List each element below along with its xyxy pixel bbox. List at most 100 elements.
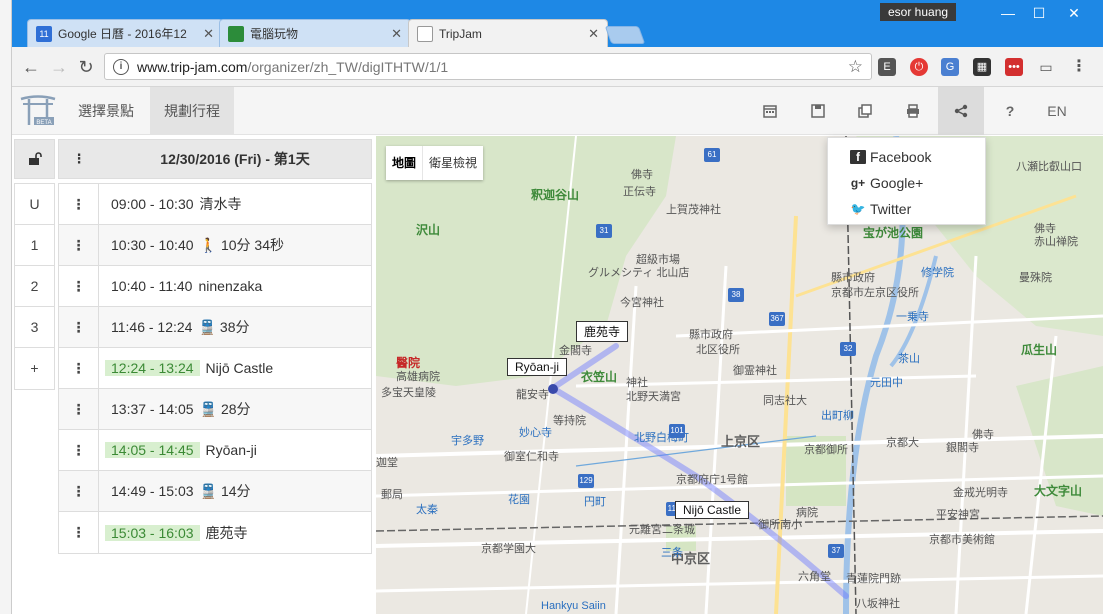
route-shield: 101 [669, 424, 685, 438]
map-label: 京都学園大 [481, 543, 536, 555]
map-label: 御室仁和寺 [504, 451, 559, 463]
share-icon[interactable] [938, 87, 984, 135]
side-item-day-1[interactable]: 1 [15, 225, 54, 266]
save-icon[interactable] [795, 87, 841, 135]
map-type-control: 地圖 衛星檢視 [386, 146, 484, 180]
share-facebook[interactable]: f Facebook [828, 144, 985, 170]
translate-extension-icon[interactable]: G [941, 58, 959, 76]
map-label: 多宝天皇陵 [381, 387, 436, 399]
app-header: BETA 選擇景點 規劃行程 ? EN [12, 87, 1103, 135]
profile-button[interactable]: esor huang [880, 3, 957, 21]
more-extension-icon[interactable]: ••• [1005, 58, 1023, 76]
bookmark-star-icon[interactable]: ☆ [848, 57, 863, 77]
map-type-satellite-button[interactable]: 衛星檢視 [423, 146, 483, 180]
row-time: 13:37 - 14:05 [111, 401, 194, 417]
map-label: 京都大 [886, 437, 919, 449]
train-icon: 🚆 [199, 400, 217, 417]
day-side-column: U 1 2 3 + [14, 183, 55, 390]
map-label: 青蓮院門跡 [846, 573, 901, 585]
row-menu-icon[interactable]: ⋮ [59, 265, 99, 307]
itinerary-row[interactable]: ⋮ 12:24 - 13:24 Nijō Castle [59, 347, 371, 389]
map-marker-ryoanji[interactable]: Ryōan-ji [507, 358, 568, 376]
twitter-icon: 🐦 [850, 202, 866, 216]
lock-button[interactable] [14, 139, 55, 179]
maximize-icon[interactable]: ☐ [1024, 4, 1054, 22]
map-type-map-button[interactable]: 地圖 [386, 146, 424, 180]
calendar-icon[interactable] [747, 87, 793, 135]
itinerary-row[interactable]: ⋮ 15:03 - 16:03 鹿苑寺 [59, 512, 371, 553]
unlock-icon [28, 152, 42, 165]
nav-plan-itinerary[interactable]: 規劃行程 [150, 87, 234, 135]
film-extension-icon[interactable]: ▦ [973, 58, 991, 76]
itinerary-row[interactable]: ⋮ 14:05 - 14:45 Ryōan-ji [59, 429, 371, 471]
map-marker-nijo-castle[interactable]: Nijō Castle [675, 501, 750, 519]
transit-row[interactable]: ⋮ 13:37 - 14:05 🚆 28分 [59, 388, 371, 430]
tab-google-calendar[interactable]: 11 Google 日曆 - 2016年12 ✕ [27, 19, 223, 47]
transit-row[interactable]: ⋮ 10:30 - 10:40 🚶 10分 34秒 [59, 224, 371, 266]
map-label: 八瀬比叡山口 [1016, 161, 1082, 173]
share-facebook-label: Facebook [870, 149, 932, 165]
power-extension-icon[interactable]: ⏻ [910, 58, 928, 76]
row-time: 10:40 - 11:40 [111, 278, 193, 294]
side-item-unscheduled[interactable]: U [15, 184, 54, 225]
close-tab-icon[interactable]: ✕ [588, 26, 599, 42]
row-menu-icon[interactable]: ⋮ [59, 470, 99, 512]
close-tab-icon[interactable]: ✕ [391, 26, 402, 42]
route-shield: 61 [704, 148, 720, 162]
copy-icon[interactable] [842, 87, 888, 135]
row-menu-icon[interactable]: ⋮ [59, 224, 99, 266]
row-menu-icon[interactable]: ⋮ [59, 306, 99, 348]
map-label: 円町 [584, 496, 606, 508]
row-time: 14:49 - 15:03 [111, 483, 194, 499]
cast-icon[interactable]: ▭ [1037, 58, 1055, 76]
map-label: 高雄病院 [396, 371, 440, 383]
map-label: 京都市美術館 [929, 534, 995, 546]
close-window-icon[interactable]: ✕ [1059, 4, 1089, 22]
transit-row[interactable]: ⋮ 11:46 - 12:24 🚆 38分 [59, 306, 371, 348]
map-marker-rokuonji[interactable]: 鹿苑寺 [576, 321, 629, 342]
tab-site[interactable]: 電腦玩物 ✕ [219, 19, 411, 47]
map-view[interactable]: 地圖 衛星檢視 釈迦谷山 沢山 佛寺 正伝寺 上賀茂神社 超級市場 グルメシティ… [376, 136, 1103, 614]
info-icon[interactable]: i [113, 58, 129, 75]
share-google-plus[interactable]: g+ Google+ [828, 170, 985, 196]
reload-icon[interactable]: ↻ [75, 56, 97, 78]
add-day-button[interactable]: + [15, 348, 54, 389]
new-tab-button[interactable] [604, 26, 646, 44]
side-item-day-3[interactable]: 3 [15, 307, 54, 348]
minimize-icon[interactable]: — [993, 4, 1023, 22]
nav-select-spots[interactable]: 選擇景點 [64, 87, 148, 135]
row-menu-icon[interactable]: ⋮ [59, 183, 99, 225]
back-icon[interactable]: ← [20, 56, 42, 78]
itinerary-row[interactable]: ⋮ 10:40 - 11:40 ninenzaka [59, 265, 371, 307]
map-label: 平安神宮 [936, 509, 980, 521]
language-button[interactable]: EN [1034, 87, 1080, 135]
share-twitter[interactable]: 🐦 Twitter [828, 196, 985, 222]
share-twitter-label: Twitter [870, 201, 912, 217]
site-icon [228, 25, 244, 42]
close-tab-icon[interactable]: ✕ [203, 26, 214, 42]
map-label: 花園 [508, 494, 530, 506]
row-time: 10:30 - 10:40 [111, 237, 194, 253]
print-icon[interactable] [890, 87, 936, 135]
row-menu-icon[interactable]: ⋮ [59, 429, 99, 471]
itinerary-row[interactable]: ⋮ 09:00 - 10:30 清水寺 [59, 183, 371, 225]
day-title: 12/30/2016 (Fri) - 第1天 [160, 151, 310, 167]
forward-icon[interactable]: → [48, 56, 70, 78]
row-menu-icon[interactable]: ⋮ [59, 388, 99, 430]
tab-tripjam[interactable]: TripJam ✕ [408, 19, 608, 47]
route-shield: 129 [578, 474, 594, 488]
row-menu-icon[interactable]: ⋮ [59, 347, 99, 389]
chrome-menu-icon[interactable]: ⋮ [1070, 58, 1088, 76]
side-item-day-2[interactable]: 2 [15, 266, 54, 307]
transit-row[interactable]: ⋮ 14:49 - 15:03 🚆 14分 [59, 470, 371, 512]
tripjam-logo[interactable]: BETA [18, 93, 58, 129]
row-place: ninenzaka [198, 278, 263, 294]
address-bar[interactable]: i www.trip-jam.com /organizer/zh_TW/digI… [104, 53, 872, 80]
row-menu-icon[interactable]: ⋮ [59, 512, 99, 553]
evernote-extension-icon[interactable]: E [878, 58, 896, 76]
itinerary-list: ⋮ 09:00 - 10:30 清水寺 ⋮ 10:30 - 10:40 🚶 10分 3… [58, 183, 372, 554]
day-menu-icon[interactable]: ⋮ [59, 151, 99, 167]
browser-titlebar: 11 Google 日曆 - 2016年12 ✕ 電腦玩物 ✕ TripJam … [12, 0, 1103, 47]
help-button[interactable]: ? [987, 87, 1033, 135]
map-label: 上京区 [721, 434, 761, 449]
